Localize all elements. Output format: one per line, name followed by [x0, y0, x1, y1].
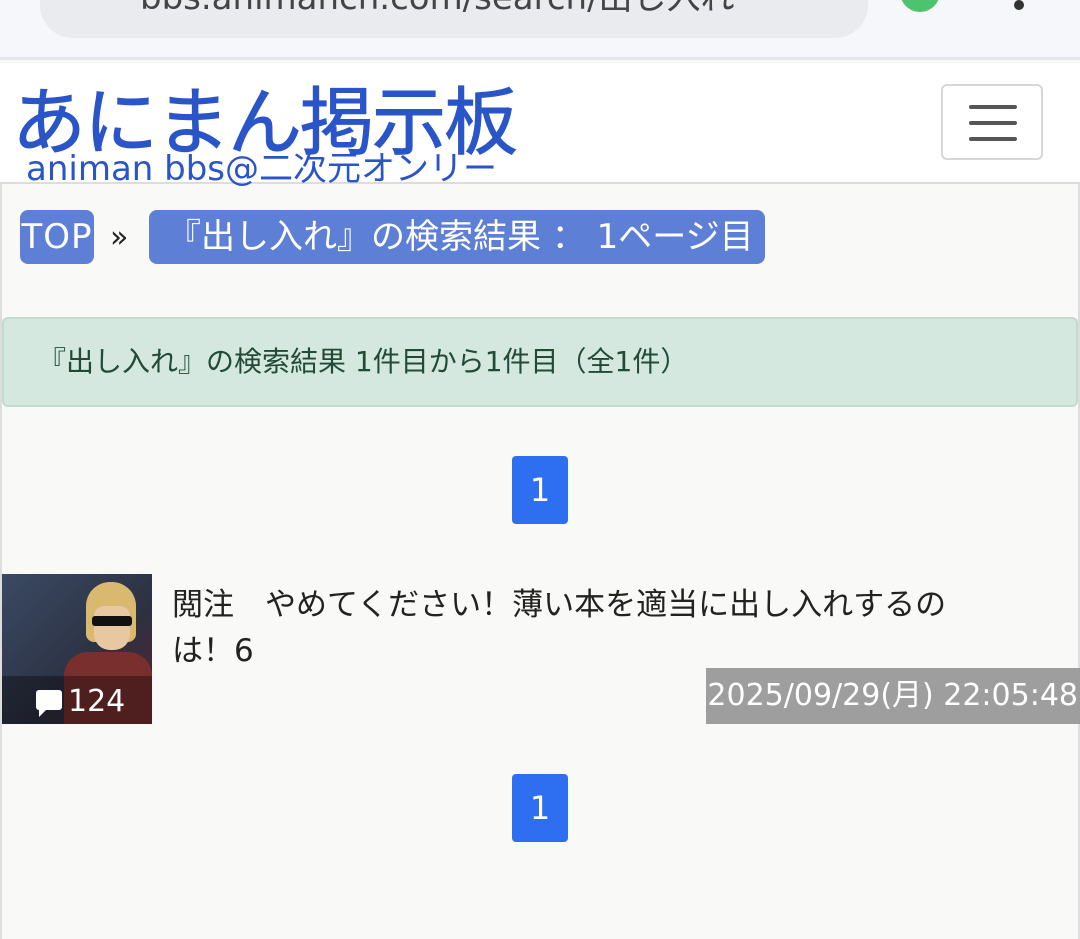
browser-toolbar: bbs.animanch.com/search/出し入れ	[0, 0, 1080, 60]
comment-icon	[36, 689, 62, 717]
shield-icon[interactable]	[900, 0, 940, 12]
address-bar-url[interactable]: bbs.animanch.com/search/出し入れ	[140, 0, 735, 19]
main-content: TOP » 『出し入れ』の検索結果 ： 1ページ目 『出し入れ』の検索結果 1件…	[0, 184, 1080, 939]
thread-title-link[interactable]: 閲注 やめてください！薄い本を適当に出し入れするのは！6	[172, 582, 952, 674]
breadcrumb-top-link[interactable]: TOP	[20, 210, 94, 264]
site-header: あにまん掲示板 animan bbs@二次元オンリー	[0, 63, 1080, 189]
comment-count: 124	[68, 684, 126, 719]
thread-date: 2025/09/29(月) 22:05:48	[706, 668, 1080, 724]
comment-count-badge: 124	[36, 684, 125, 719]
menu-line-icon	[969, 105, 1017, 109]
breadcrumb-separator: »	[110, 220, 129, 255]
menu-line-icon	[969, 137, 1017, 141]
breadcrumb-current[interactable]: 『出し入れ』の検索結果 ： 1ページ目	[149, 210, 765, 264]
hamburger-menu-button[interactable]	[941, 84, 1043, 160]
pagination-page-1-bottom[interactable]: 1	[512, 774, 568, 842]
thread-list-item[interactable]: 124 閲注 やめてください！薄い本を適当に出し入れするのは！6 2025/09…	[2, 574, 1080, 726]
pagination-page-1-top[interactable]: 1	[512, 456, 568, 524]
menu-line-icon	[969, 121, 1017, 125]
search-summary-alert: 『出し入れ』の検索結果 1件目から1件目（全1件）	[2, 317, 1078, 407]
more-menu-icon[interactable]	[1014, 0, 1024, 10]
address-bar[interactable]: bbs.animanch.com/search/出し入れ	[40, 0, 868, 38]
site-logo-subtitle[interactable]: animan bbs@二次元オンリー	[26, 141, 497, 190]
thread-thumbnail[interactable]: 124	[2, 574, 152, 724]
